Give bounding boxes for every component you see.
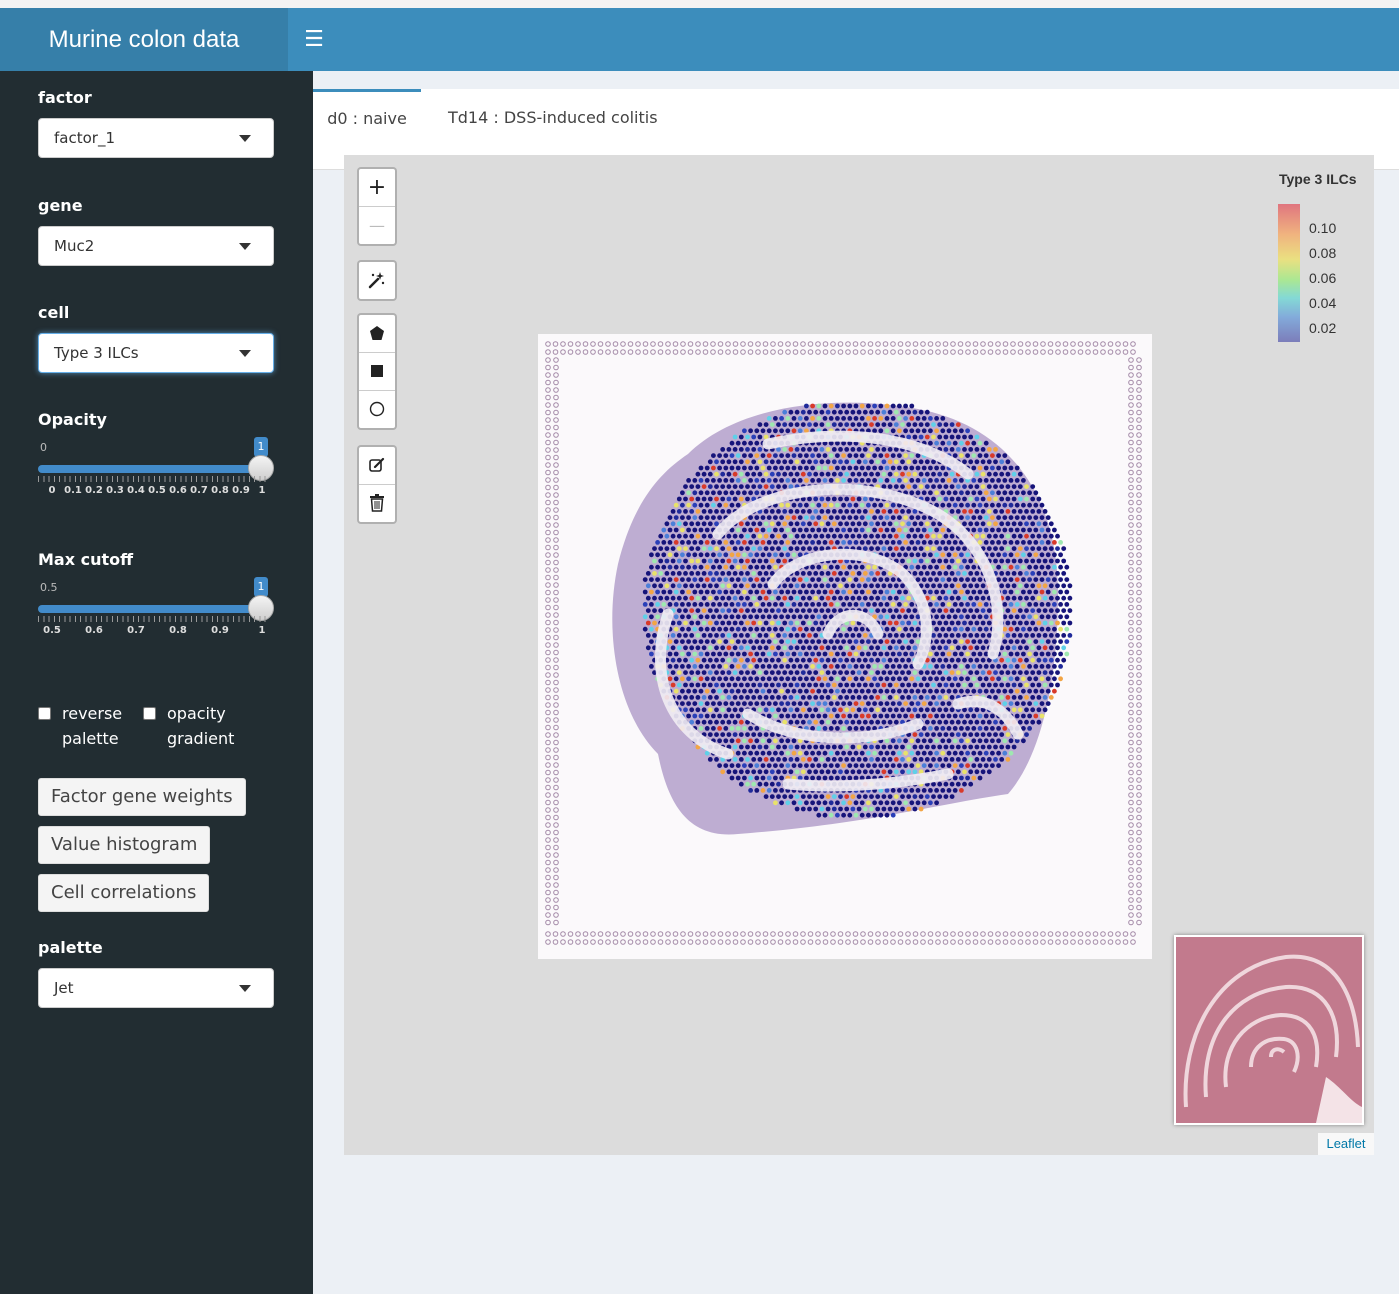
opacity-tick-label: 0.5: [148, 485, 166, 496]
palette-select-value: Jet: [54, 979, 74, 997]
gene-select[interactable]: Muc2: [38, 226, 274, 266]
zoom-out-button[interactable]: —: [359, 207, 395, 244]
sample-tabs: d0 : naive Td14 : DSS-induced colitis: [313, 89, 1399, 144]
opacity-value-bubble: 1: [254, 437, 268, 457]
tab-d0-naive[interactable]: d0 : naive: [313, 89, 421, 146]
legend-tick-label: 0.06: [1309, 270, 1337, 286]
minimap[interactable]: [1174, 935, 1364, 1125]
max-cutoff-slider[interactable]: 0.5 1 0.5 0.6 0.7 0.8 0.9 1: [38, 577, 278, 651]
draw-polygon-button[interactable]: [359, 315, 395, 353]
gene-label: gene: [38, 196, 83, 215]
opacity-tick-label: 0.3: [106, 485, 124, 496]
opacity-tick-label: 0.9: [232, 485, 250, 496]
polygon-icon: [370, 326, 384, 340]
minimap-tissue-thumbnail: [1176, 937, 1362, 1123]
cell-select-value: Type 3 ILCs: [54, 344, 139, 362]
sidebar: factor factor_1 gene Muc2 cell Type 3 IL…: [0, 71, 313, 1294]
palette-label: palette: [38, 938, 103, 957]
max-cutoff-slider-track[interactable]: [38, 605, 262, 613]
cell-correlations-button[interactable]: Cell correlations: [38, 874, 210, 912]
max-cutoff-tick-label: 1: [258, 625, 266, 636]
legend-tick-label: 0.02: [1309, 320, 1337, 336]
trash-icon: [370, 494, 384, 512]
magic-wand-icon: [368, 272, 385, 289]
color-legend: Type 3 ILCs 0.10 0.08 0.06 0.04 0.02: [1269, 163, 1369, 348]
edit-icon: [369, 457, 385, 472]
opacity-slider-ticks: [38, 476, 266, 482]
legend-tick-label: 0.10: [1309, 220, 1337, 236]
tissue-spot-overlay: [538, 334, 1152, 959]
cell-label: cell: [38, 303, 70, 322]
cell-select[interactable]: Type 3 ILCs: [38, 333, 274, 373]
opacity-tick-label: 0.8: [211, 485, 229, 496]
opacity-slider-track[interactable]: [38, 465, 262, 473]
circle-icon: [369, 401, 385, 417]
legend-tick-label: 0.08: [1309, 245, 1337, 261]
chevron-down-icon: [239, 985, 251, 992]
delete-layers-button[interactable]: [359, 485, 395, 522]
magic-wand-control: [357, 260, 397, 301]
legend-color-bar: [1278, 204, 1300, 342]
opacity-tick-label: 0: [48, 485, 56, 496]
opacity-label: Opacity: [38, 410, 107, 429]
edit-layers-button[interactable]: [359, 447, 395, 485]
opacity-tick-label: 0.6: [169, 485, 187, 496]
app-header: Murine colon data ☰: [0, 8, 1399, 71]
chevron-down-icon: [239, 135, 251, 142]
max-cutoff-tick-label: 0.7: [127, 625, 145, 636]
max-cutoff-tick-label: 0.6: [85, 625, 103, 636]
max-cutoff-slider-ticks: [38, 616, 266, 622]
max-cutoff-min-label: 0.5: [40, 581, 58, 594]
value-histogram-button[interactable]: Value histogram: [38, 826, 211, 864]
leaflet-map[interactable]: + — Type 3 ILCs 0.10 0.08 0.06 0.04 0.02…: [344, 155, 1374, 1155]
chevron-down-icon: [239, 350, 251, 357]
opacity-gradient-checkbox[interactable]: [143, 707, 156, 720]
factor-label: factor: [38, 88, 92, 107]
max-cutoff-value-bubble: 1: [254, 577, 268, 597]
rectangle-icon: [371, 365, 383, 377]
opacity-tick-label: 0.2: [85, 485, 103, 496]
legend-title: Type 3 ILCs: [1279, 171, 1357, 187]
max-cutoff-tick-label: 0.5: [43, 625, 61, 636]
max-cutoff-label: Max cutoff: [38, 550, 134, 569]
app-title: Murine colon data: [0, 8, 288, 71]
chevron-down-icon: [239, 243, 251, 250]
tissue-spatial-image[interactable]: [538, 334, 1152, 959]
zoom-control: + —: [357, 167, 397, 246]
opacity-min-label: 0: [40, 441, 47, 454]
legend-tick-label: 0.04: [1309, 295, 1337, 311]
factor-select-value: factor_1: [54, 129, 115, 147]
draw-toolbar: [357, 313, 397, 430]
reverse-palette-checkbox[interactable]: [38, 707, 51, 720]
leaflet-attribution-link[interactable]: Leaflet: [1318, 1133, 1374, 1155]
max-cutoff-tick-label: 0.9: [211, 625, 229, 636]
max-cutoff-tick-label: 0.8: [169, 625, 187, 636]
draw-rectangle-button[interactable]: [359, 353, 395, 391]
tab-td14-dss-colitis[interactable]: Td14 : DSS-induced colitis: [448, 89, 658, 143]
palette-select[interactable]: Jet: [38, 968, 274, 1008]
magic-wand-button[interactable]: [359, 262, 395, 299]
opacity-tick-label: 0.1: [64, 485, 82, 496]
opacity-gradient-label[interactable]: opacity gradient: [167, 701, 234, 751]
gene-select-value: Muc2: [54, 237, 95, 255]
reverse-palette-label[interactable]: reverse palette: [62, 701, 122, 751]
edit-toolbar: [357, 445, 397, 524]
opacity-tick-label: 1: [258, 485, 266, 496]
opacity-tick-label: 0.7: [190, 485, 208, 496]
opacity-slider[interactable]: 0 1 0 0.1 0.2 0.3 0.4 0.5 0.6 0.7 0.8 0.…: [38, 437, 278, 511]
draw-circle-button[interactable]: [359, 391, 395, 428]
sidebar-toggle-hamburger-icon[interactable]: ☰: [296, 22, 332, 58]
factor-gene-weights-button[interactable]: Factor gene weights: [38, 778, 246, 816]
zoom-in-button[interactable]: +: [359, 169, 395, 207]
opacity-tick-label: 0.4: [127, 485, 145, 496]
factor-select[interactable]: factor_1: [38, 118, 274, 158]
